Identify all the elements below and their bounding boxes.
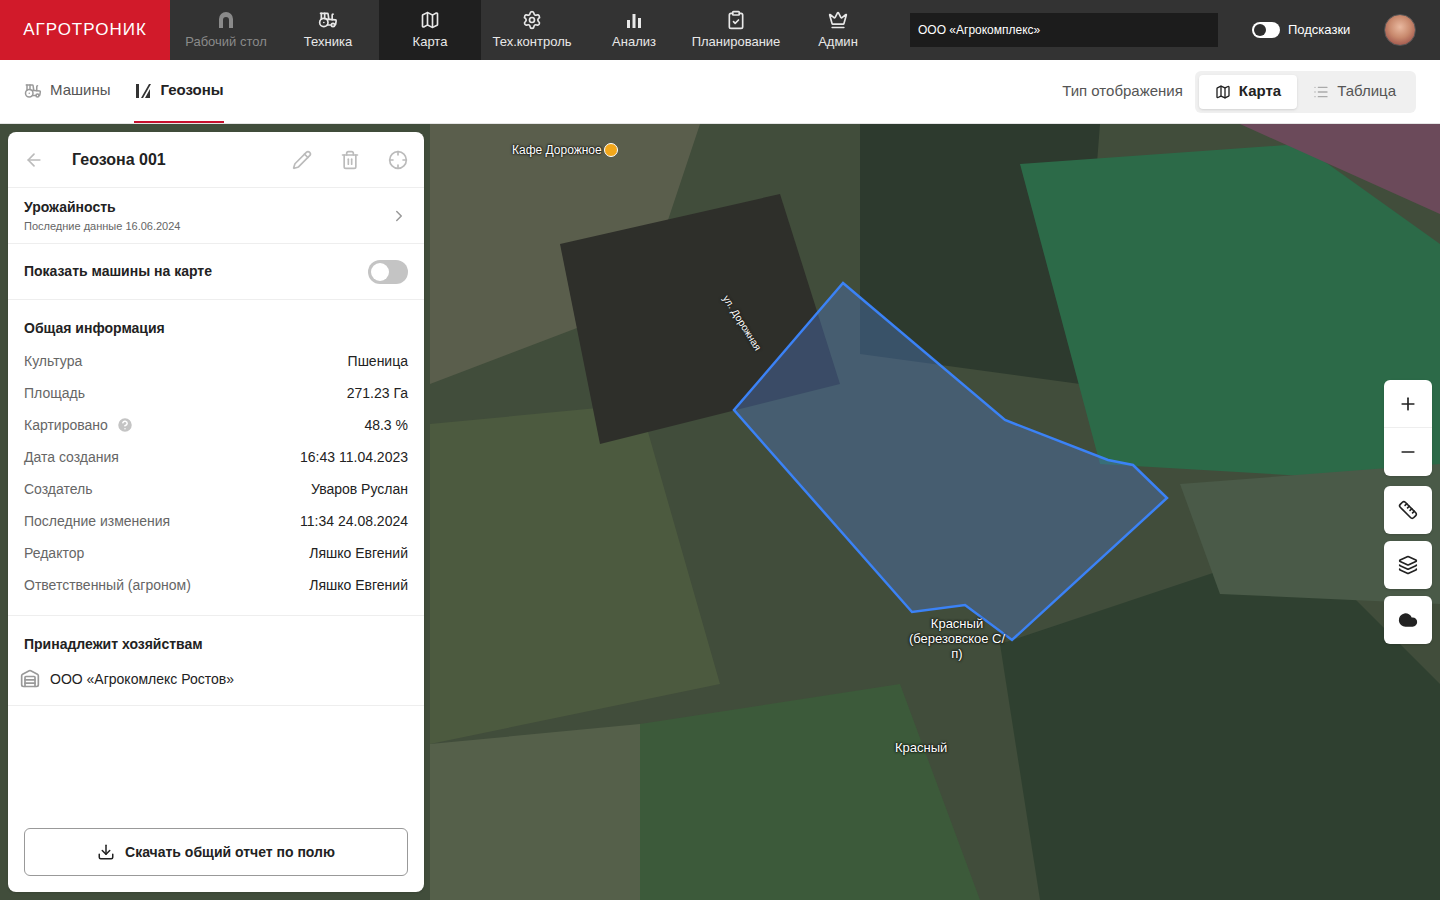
chevron-right-icon [390, 207, 408, 225]
toggle-knob [1254, 24, 1266, 36]
top-nav: АГРОТРОНИКРабочий столТехникаКартаТех.ко… [0, 0, 1440, 60]
toggle-knob [371, 263, 389, 281]
back-arrow-icon[interactable] [24, 150, 44, 170]
info-row: КультураПшеница [24, 345, 408, 377]
map-town-label: Красный [895, 735, 947, 759]
crown-icon [828, 10, 848, 30]
app: АГРОТРОНИКРабочий столТехникаКартаТех.ко… [0, 0, 1440, 900]
farm-item[interactable]: ООО «Агрокомлекс Ростов» [20, 667, 408, 691]
panel-title: Геозона 001 [72, 148, 166, 172]
toggle[interactable] [1252, 22, 1280, 38]
ruler-button[interactable] [1384, 486, 1432, 534]
info-row: РедакторЛяшко Евгений [24, 537, 408, 569]
cloud-icon [1398, 610, 1418, 630]
info-row: Дата создания16:43 11.04.2023 [24, 441, 408, 473]
logo[interactable]: АГРОТРОНИК [0, 0, 170, 60]
zoom-in-button[interactable] [1384, 380, 1432, 428]
display-option[interactable]: Карта [1199, 75, 1297, 109]
analysis-icon [624, 10, 644, 30]
sub-tab[interactable]: Геозоны [134, 60, 223, 123]
clipboard-icon [726, 10, 746, 30]
download-icon [97, 843, 115, 861]
map-controls [1384, 380, 1432, 644]
zoom-out-button[interactable] [1384, 428, 1432, 476]
show-machines-row: Показать машины на карте [8, 244, 424, 300]
sub-nav: Машины Геозоны Тип отображения КартаТаблица [0, 60, 1440, 124]
layers-icon [1398, 555, 1418, 575]
help-icon[interactable] [116, 416, 134, 434]
geozone-panel: Геозона 001 УрожайностьПоследние данные 1… [8, 132, 424, 892]
map-settlement-label: Красный (березовское С/п) [907, 616, 1007, 661]
nav-item[interactable]: Планирование [685, 0, 787, 60]
map-icon [1215, 84, 1231, 100]
list-icon [1313, 84, 1329, 100]
farm-icon [20, 669, 40, 689]
panel-header: Геозона 001 [8, 132, 424, 188]
info-row: Ответственный (агроном)Ляшко Евгений [24, 569, 408, 601]
nav-item[interactable]: Техника [277, 0, 379, 60]
ruler-icon [1398, 500, 1418, 520]
display-type-switch: КартаТаблица [1195, 71, 1416, 113]
tractor-icon [24, 82, 42, 100]
geozone-polygon[interactable] [734, 283, 1167, 640]
info-row: Площадь271.23 Га [24, 377, 408, 409]
target-icon[interactable] [388, 150, 408, 170]
minus-icon [1398, 442, 1418, 462]
company-select[interactable]: ООО «Агрокомплекс» [910, 13, 1218, 47]
hints-toggle[interactable]: Подсказки [1252, 0, 1350, 60]
plus-icon [1398, 394, 1418, 414]
nav-item[interactable]: Анализ [583, 0, 685, 60]
toggle[interactable] [368, 260, 408, 284]
poi-pin-icon [604, 143, 618, 157]
map-area[interactable]: Кафе Дорожноеул. ДорожнаяКрасный (березо… [0, 124, 1440, 900]
nav-item[interactable]: Админ [787, 0, 889, 60]
display-option[interactable]: Таблица [1297, 75, 1412, 109]
nav-item[interactable]: Рабочий стол [175, 0, 277, 60]
map-icon [420, 10, 440, 30]
gear-icon [522, 10, 542, 30]
layers-button[interactable] [1384, 541, 1432, 589]
user-avatar[interactable] [1384, 14, 1416, 46]
general-info: Общая информацияКультураПшеницаПлощадь27… [8, 300, 424, 616]
nav-item[interactable]: Тех.контроль [481, 0, 583, 60]
info-row: Последние изменения11:34 24.08.2024 [24, 505, 408, 537]
yield-row[interactable]: УрожайностьПоследние данные 16.06.2024 [8, 188, 424, 244]
tractor-icon [318, 10, 338, 30]
pencil-icon[interactable] [292, 150, 312, 170]
farms-section: Принадлежит хозяйствамООО «Агрокомлекс Р… [8, 616, 424, 706]
download-report-button[interactable]: Скачать общий отчет по полю [24, 828, 408, 876]
sub-tab[interactable]: Машины [24, 60, 110, 123]
map-poi[interactable]: Кафе Дорожное [512, 141, 618, 159]
display-type-label: Тип отображения [1062, 80, 1183, 103]
geozone-icon [134, 82, 152, 100]
nav-item[interactable]: Карта [379, 0, 481, 60]
dashboard-icon [216, 10, 236, 30]
info-row: Картировано48.3 % [24, 409, 408, 441]
info-row: СоздательУваров Руслан [24, 473, 408, 505]
weather-button[interactable] [1384, 596, 1432, 644]
trash-icon[interactable] [340, 150, 360, 170]
